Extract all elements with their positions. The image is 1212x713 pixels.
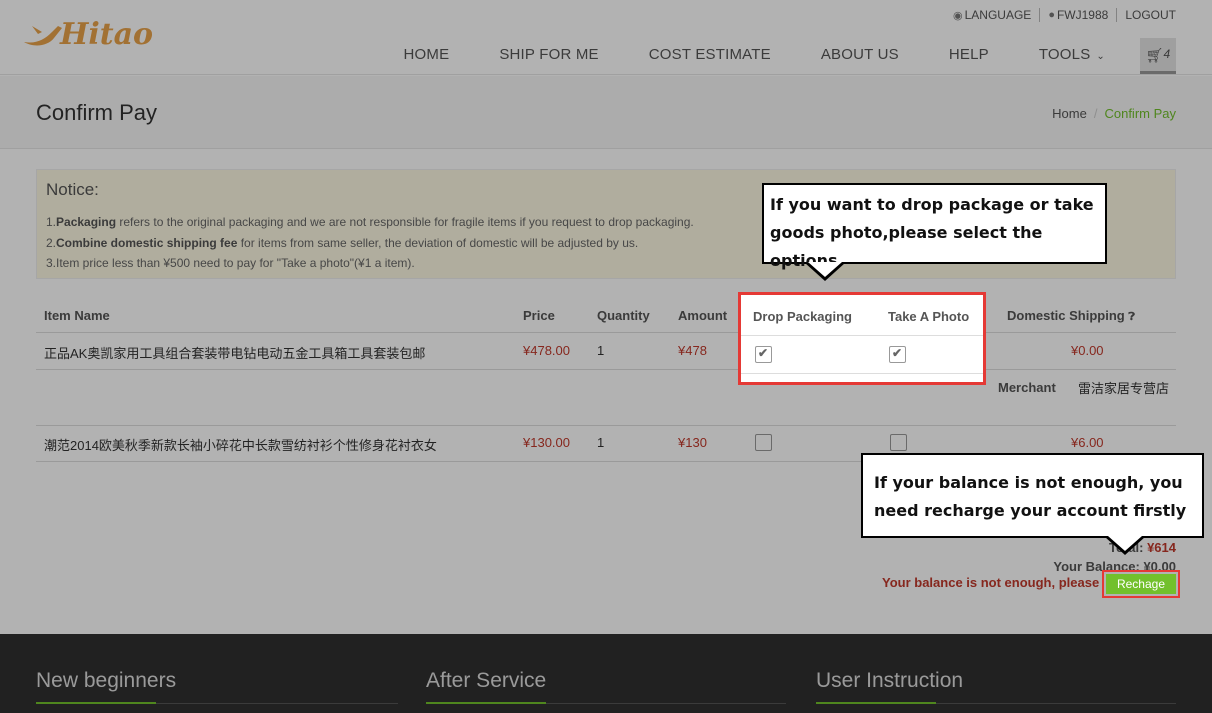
footer-col-new-beginners: New beginners: [36, 669, 398, 704]
notice-line-1-text: refers to the original packaging and we …: [116, 215, 694, 229]
breadcrumb-current: Confirm Pay: [1104, 106, 1176, 121]
nav-home[interactable]: HOME: [379, 38, 475, 74]
header-take-a-photo: Take A Photo: [888, 309, 970, 324]
nav-tools-label: TOOLS: [1038, 46, 1091, 63]
packaging-options-highlight: Drop Packaging Take A Photo: [738, 292, 986, 385]
main-nav: HOME SHIP FOR ME COST ESTIMATE ABOUT US …: [379, 38, 1176, 74]
table-header: Item Name Price Quantity Amount Domestic…: [36, 300, 1176, 333]
drop-packaging-checkbox[interactable]: [755, 434, 772, 454]
divider: [1039, 8, 1041, 22]
header-domestic-shipping: Domestic Shipping ❓︎: [1007, 308, 1135, 324]
item-name[interactable]: 正品AK奥凯家用工具组合套装带电钻电动五金工具箱工具套装包邮: [44, 343, 425, 362]
item-price: ¥130.00: [523, 435, 570, 450]
notice-line-2-text: for items from same seller, the deviatio…: [237, 235, 639, 250]
site-footer: New beginners After Service User Instruc…: [0, 634, 1212, 713]
top-links: ◉ LANGUAGE ● FWJ1988 LOGOUT: [953, 8, 1176, 22]
options-header: Drop Packaging Take A Photo: [741, 295, 983, 336]
checkbox-box: [755, 434, 772, 451]
checkbox-box: [890, 434, 907, 451]
item-amount: ¥130: [678, 435, 707, 450]
divider: [1116, 8, 1118, 22]
header-quantity: Quantity: [597, 308, 650, 323]
drop-packaging-checkbox[interactable]: [755, 346, 772, 366]
site-logo[interactable]: Hitao: [22, 14, 182, 54]
nav-help[interactable]: HELP: [924, 38, 1014, 74]
item-name[interactable]: 潮范2014欧美秋季新款长袖小碎花中长款雪纺衬衫个性修身花衬衣女: [44, 435, 437, 454]
nav-about-us[interactable]: ABOUT US: [796, 38, 924, 74]
cart-count: 4: [1163, 47, 1171, 61]
options-callout-text: If you want to drop package or take good…: [770, 195, 1094, 270]
nav-ship-for-me[interactable]: SHIP FOR ME: [474, 38, 623, 74]
page-title: Confirm Pay: [36, 100, 158, 125]
item-domestic-shipping: ¥6.00: [1071, 435, 1104, 450]
item-quantity: 1: [597, 435, 605, 450]
callout-tail-fill: [1108, 536, 1142, 551]
question-circle-icon[interactable]: ❓︎: [1128, 311, 1135, 323]
notice-line-2-prefix: 2.: [46, 235, 57, 250]
site-header: Hitao ◉ LANGUAGE ● FWJ1988 LOGOUT HOME S…: [0, 0, 1212, 75]
nav-cost-estimate[interactable]: COST ESTIMATE: [624, 38, 796, 74]
header-amount: Amount: [678, 308, 728, 323]
balance-callout: If your balance is not enough, you need …: [861, 453, 1204, 538]
cart-icon: 🛒︎: [1145, 47, 1164, 63]
table-row: 正品AK奥凯家用工具组合套装带电钻电动五金工具箱工具套装包邮 ¥478.00 1…: [36, 333, 1176, 370]
svg-text:Hitao: Hitao: [59, 17, 153, 52]
notice-line-2-bold: Combine domestic shipping fee: [56, 235, 238, 250]
callout-tail-fill: [808, 262, 842, 277]
item-domestic-shipping: ¥0.00: [1071, 343, 1104, 358]
breadcrumb: Home / Confirm Pay: [1052, 106, 1176, 121]
merchant-label: Merchant: [998, 380, 1056, 395]
header-domestic-shipping-label: Domestic Shipping: [1007, 308, 1125, 323]
globe-icon: ◉: [953, 9, 963, 22]
merchant-name: 雷洁家居专营店: [1078, 381, 1170, 396]
balance-warning: Your balance is not enough, please: [882, 575, 1100, 590]
breadcrumb-separator: /: [1093, 106, 1098, 121]
airplane-logo-icon: Hitao: [24, 17, 153, 52]
header-item-name: Item Name: [44, 308, 110, 323]
header-drop-packaging: Drop Packaging: [753, 309, 852, 324]
footer-heading: User Instruction: [816, 669, 1176, 704]
options-callout: If you want to drop package or take good…: [762, 183, 1107, 270]
user-icon: ●: [1048, 9, 1055, 21]
take-photo-checkbox[interactable]: [890, 434, 907, 454]
page-title-band: Confirm Pay Home / Confirm Pay: [0, 76, 1212, 149]
logout-link[interactable]: LOGOUT: [1125, 8, 1176, 22]
cart-button[interactable]: 🛒︎ 4: [1140, 38, 1176, 74]
total-value: ¥614: [1147, 540, 1176, 555]
item-price: ¥478.00: [523, 343, 570, 358]
notice-line-1-bold: Packaging: [56, 215, 117, 229]
merchant-row: Merchant 雷洁家居专营店: [36, 370, 1176, 426]
take-photo-checkbox[interactable]: [889, 346, 906, 366]
checkbox-checked: [755, 346, 772, 363]
notice-line-1-prefix: 1.: [46, 215, 57, 229]
recharge-button[interactable]: Rechage: [1106, 574, 1176, 594]
footer-heading: New beginners: [36, 669, 398, 704]
chevron-down-icon: ⌄: [1096, 51, 1105, 62]
breadcrumb-home[interactable]: Home: [1052, 106, 1087, 121]
recharge-highlight: Rechage: [1102, 570, 1180, 598]
balance-callout-text: If your balance is not enough, you need …: [874, 473, 1187, 520]
item-amount: ¥478: [678, 343, 707, 358]
footer-heading: After Service: [426, 669, 786, 704]
footer-col-after-service: After Service: [426, 669, 786, 704]
options-row: [741, 336, 983, 374]
language-link[interactable]: LANGUAGE: [965, 8, 1032, 22]
nav-tools[interactable]: TOOLS ⌄: [1014, 38, 1130, 74]
user-link[interactable]: FWJ1988: [1057, 8, 1108, 22]
checkbox-checked: [889, 346, 906, 363]
footer-col-user-instruction: User Instruction: [816, 669, 1176, 704]
header-price: Price: [523, 308, 555, 323]
item-quantity: 1: [597, 343, 605, 358]
